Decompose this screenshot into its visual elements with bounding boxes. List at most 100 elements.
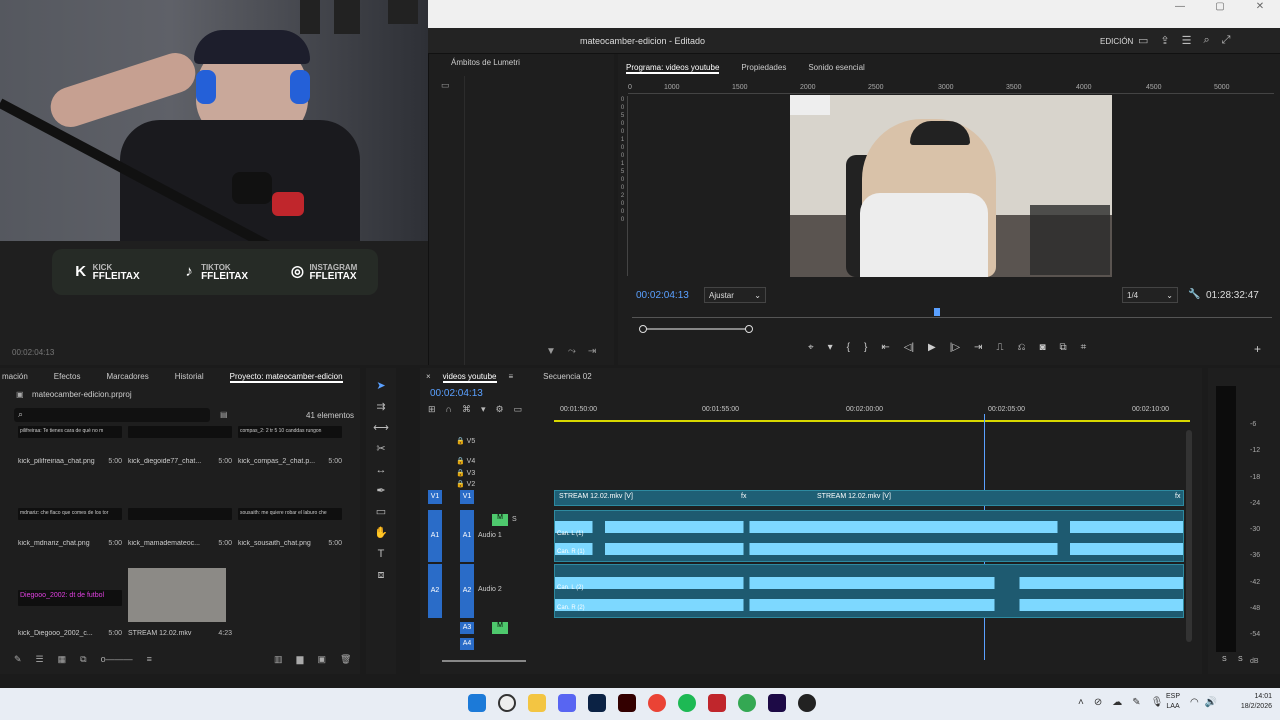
- panel-toggle-icon[interactable]: ▭: [441, 80, 450, 91]
- premiere-icon[interactable]: [768, 694, 786, 712]
- new-bin-icon[interactable]: ▆: [297, 654, 304, 665]
- audio-clip-a2[interactable]: Can. L (2) Can. R (2): [554, 564, 1184, 618]
- export-frame-icon[interactable]: ⇥: [588, 346, 596, 357]
- icon-view-icon[interactable]: ▦: [58, 654, 67, 665]
- time-ruler[interactable]: 00:01:50:00 00:01:55:00 00:02:00:00 00:0…: [554, 404, 1190, 422]
- solo-left[interactable]: S: [1222, 656, 1227, 663]
- bin-icon[interactable]: ▤: [220, 410, 228, 419]
- minimize-icon[interactable]: —: [1160, 0, 1200, 14]
- tab-sequence-2[interactable]: Secuencia 02: [543, 372, 591, 383]
- tab-properties[interactable]: Propiedades: [741, 63, 786, 74]
- pen-icon[interactable]: ✒: [366, 481, 396, 502]
- hand-icon[interactable]: ✋: [366, 523, 396, 544]
- captions-icon[interactable]: ▭: [514, 404, 523, 415]
- marker-icon[interactable]: ⌖: [808, 342, 814, 353]
- tab-program[interactable]: Programa: videos youtube: [626, 63, 720, 74]
- export-icon[interactable]: ⇪: [1160, 34, 1169, 47]
- workspace-icon[interactable]: ▭: [1138, 34, 1148, 47]
- step-back-icon[interactable]: ◁|: [904, 342, 914, 353]
- settings-icon[interactable]: ☰: [1182, 34, 1192, 47]
- list-item[interactable]: kick_diegoide77_chat... 5:00: [128, 426, 232, 465]
- mark-in-icon[interactable]: {: [847, 342, 850, 353]
- slip-icon[interactable]: ↔: [366, 460, 396, 481]
- search-icon[interactable]: ⌕: [1204, 34, 1210, 47]
- illustrator-icon[interactable]: [618, 694, 636, 712]
- wrench-icon[interactable]: 🔧: [1188, 289, 1200, 300]
- obs-icon[interactable]: [798, 694, 816, 712]
- track-a4[interactable]: A4: [460, 638, 474, 650]
- tab-project[interactable]: Proyecto: mateocamber-edicion: [229, 372, 343, 383]
- extract-icon[interactable]: ⎌: [1017, 342, 1025, 353]
- windows-start-icon[interactable]: [468, 694, 486, 712]
- tab-effects[interactable]: Efectos: [54, 372, 81, 383]
- chevron-up-icon[interactable]: ˄: [1078, 697, 1084, 708]
- mute-button[interactable]: M: [492, 622, 508, 634]
- discord-icon[interactable]: [558, 694, 576, 712]
- list-item[interactable]: pilifreiraa: Te tienes cara de qué no mk…: [18, 426, 122, 465]
- cloud-icon[interactable]: ☁: [1112, 697, 1122, 708]
- source-patch-a1[interactable]: A1: [428, 510, 442, 562]
- solo-right[interactable]: S: [1238, 656, 1243, 663]
- mic-icon[interactable]: 🎙: [1151, 697, 1164, 708]
- source-patch-a2[interactable]: A2: [428, 564, 442, 618]
- list-item[interactable]: STREAM 12.02.mkv 4:23: [128, 568, 232, 637]
- tab-sequence[interactable]: videos youtube: [442, 372, 497, 383]
- menu-icon[interactable]: ≡: [509, 372, 514, 383]
- new-item-icon[interactable]: ▣: [317, 654, 326, 665]
- list-item[interactable]: compas_2: 2 tr 5 10 canddas rungon kick_c…: [238, 426, 342, 465]
- chrome-profile-icon[interactable]: [738, 694, 756, 712]
- chrome-icon[interactable]: [648, 694, 666, 712]
- tab-essential-sound[interactable]: Sonido esencial: [808, 63, 864, 74]
- workspace-mode[interactable]: EDICIÓN: [1100, 37, 1133, 46]
- mark-out-icon[interactable]: }: [864, 342, 867, 353]
- app-icon[interactable]: [708, 694, 726, 712]
- step-forward-icon[interactable]: |▷: [950, 342, 960, 353]
- language-indicator[interactable]: ESP LAA: [1166, 692, 1180, 712]
- go-to-in-icon[interactable]: ⇤: [881, 342, 889, 353]
- type-tool-icon[interactable]: T: [366, 544, 396, 565]
- linked-icon[interactable]: ⌘: [462, 404, 471, 415]
- tab-animation[interactable]: mación: [2, 372, 28, 383]
- play-icon[interactable]: ▶: [928, 342, 936, 353]
- track-a3[interactable]: A3: [460, 622, 474, 634]
- go-to-out-icon[interactable]: ⇥: [974, 342, 982, 353]
- video-clip[interactable]: STREAM 12.02.mkv [V] STREAM 12.02.mkv [V…: [554, 490, 1184, 506]
- tab-history[interactable]: Historial: [175, 372, 204, 383]
- close-icon[interactable]: ×: [426, 372, 431, 383]
- program-timecode[interactable]: 00:02:04:13: [636, 290, 689, 301]
- list-item[interactable]: sousaith: me quiere robar el laburo che k…: [238, 508, 342, 547]
- lumetri-tab[interactable]: Ámbitos de Lumetri: [451, 58, 520, 67]
- clock[interactable]: 14:01 18/2/2026: [1241, 692, 1272, 712]
- search-input[interactable]: ⌕: [14, 408, 210, 422]
- program-scrubber[interactable]: [632, 308, 1272, 318]
- list-item[interactable]: kick_mamademateoc... 5:00: [128, 508, 232, 547]
- camera-icon[interactable]: ◙: [1039, 342, 1045, 353]
- volume-icon[interactable]: 🔊: [1205, 697, 1217, 708]
- add-button-icon[interactable]: +: [1254, 342, 1261, 356]
- edit-icon[interactable]: ✎: [1132, 697, 1140, 708]
- network-off-icon[interactable]: ⊘: [1094, 697, 1102, 708]
- solo-button[interactable]: S: [512, 516, 517, 523]
- zoom-scrollbar[interactable]: [639, 325, 753, 333]
- track-select-icon[interactable]: ⇉: [366, 397, 396, 418]
- snap-icon[interactable]: ∩: [446, 404, 452, 415]
- freeform-view-icon[interactable]: ⧉: [80, 654, 86, 665]
- automate-icon[interactable]: ▥: [274, 654, 283, 665]
- list-item[interactable]: mdnariz: che flaco que comes de los tor k…: [18, 508, 122, 547]
- trash-icon[interactable]: 🗑: [340, 654, 351, 665]
- timeline-timecode[interactable]: 00:02:04:13: [430, 388, 483, 399]
- marker-icon[interactable]: ▾: [481, 404, 486, 415]
- playhead[interactable]: [934, 308, 940, 316]
- source-patch-v1[interactable]: V1: [428, 490, 442, 504]
- trim-icon[interactable]: ⌗: [1081, 342, 1087, 353]
- track-v1[interactable]: V1: [460, 490, 474, 504]
- wifi-icon[interactable]: ◠: [1190, 697, 1199, 708]
- tab-markers[interactable]: Marcadores: [106, 372, 148, 383]
- sort-icon[interactable]: ≡: [147, 654, 152, 665]
- lift-icon[interactable]: ⎍: [996, 342, 1003, 353]
- photoshop-icon[interactable]: [588, 694, 606, 712]
- list-view-icon[interactable]: ☰: [36, 654, 44, 665]
- fullscreen-icon[interactable]: ⤢: [1222, 34, 1231, 47]
- nest-icon[interactable]: ⊞: [428, 404, 436, 415]
- quality-dropdown[interactable]: 1/4 ⌄: [1122, 287, 1178, 303]
